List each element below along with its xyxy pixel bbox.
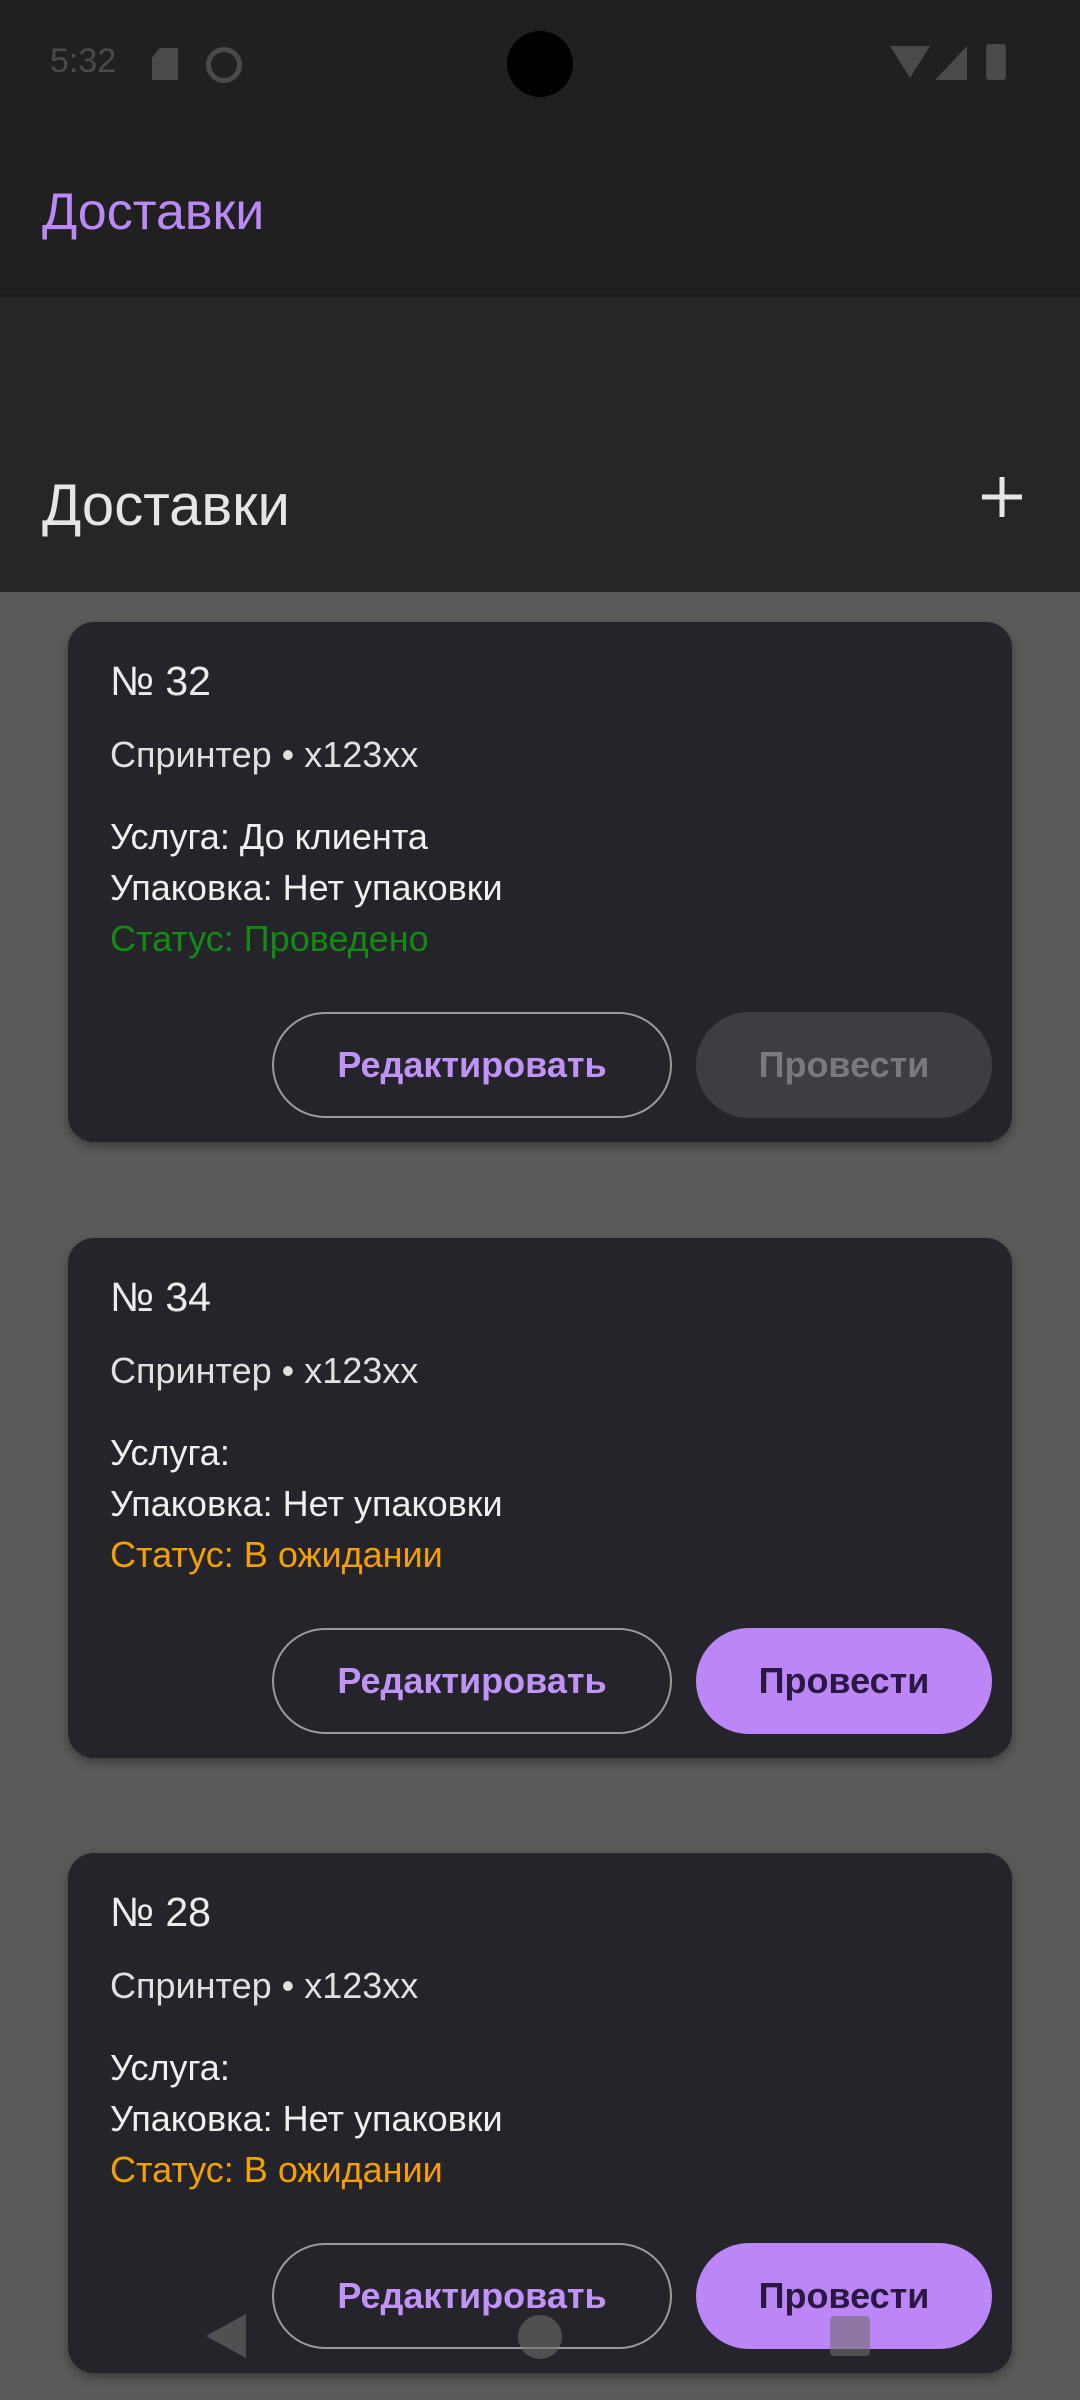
- delivery-status: Статус: В ожидании: [110, 2149, 443, 2190]
- add-delivery-button[interactable]: [968, 463, 1036, 531]
- delivery-packaging: Упаковка: Нет упаковки: [110, 2098, 503, 2139]
- circle-icon: [206, 47, 242, 83]
- section-title: Доставки: [42, 473, 290, 538]
- status-bar: 5:32: [0, 0, 1080, 130]
- camera-cutout: [507, 31, 573, 97]
- delivery-status: Статус: В ожидании: [110, 1534, 443, 1575]
- edit-button[interactable]: Редактировать: [272, 1628, 672, 1734]
- delivery-vehicle: Спринтер • х123хх: [110, 1350, 419, 1391]
- delivery-vehicle: Спринтер • х123хх: [110, 1965, 419, 2006]
- delivery-status: Статус: Проведено: [110, 918, 429, 959]
- app-bar: Доставки: [0, 130, 1080, 297]
- recent-apps-icon[interactable]: [830, 2316, 870, 2356]
- section-header: Доставки: [0, 297, 1080, 592]
- delivery-service: Услуга: До клиента: [110, 816, 428, 857]
- battery-icon: [986, 44, 1006, 80]
- edit-button[interactable]: Редактировать: [272, 1012, 672, 1118]
- delivery-packaging: Упаковка: Нет упаковки: [110, 1483, 503, 1524]
- delivery-card[interactable]: № 32 Спринтер • х123хх Услуга: До клиент…: [68, 622, 1012, 1142]
- delivery-vehicle: Спринтер • х123хх: [110, 734, 419, 775]
- delivery-number: № 32: [110, 658, 211, 704]
- app-bar-title: Доставки: [42, 183, 265, 241]
- home-icon[interactable]: [518, 2315, 562, 2359]
- delivery-card[interactable]: № 34 Спринтер • х123хх Услуга: Упаковка:…: [68, 1238, 1012, 1758]
- delivery-card[interactable]: № 28 Спринтер • х123хх Услуга: Упаковка:…: [68, 1853, 1012, 2373]
- delivery-number: № 28: [110, 1889, 211, 1935]
- delivery-service: Услуга:: [110, 1432, 230, 1473]
- post-button[interactable]: Провести: [696, 1012, 992, 1118]
- status-time: 5:32: [50, 42, 117, 80]
- delivery-packaging: Упаковка: Нет упаковки: [110, 867, 503, 908]
- sd-card-icon: [152, 48, 178, 80]
- delivery-service: Услуга:: [110, 2047, 230, 2088]
- delivery-number: № 34: [110, 1274, 211, 1320]
- edit-button[interactable]: Редактировать: [272, 2243, 672, 2349]
- post-button[interactable]: Провести: [696, 1628, 992, 1734]
- wifi-icon: [890, 46, 930, 78]
- signal-icon: [935, 46, 967, 80]
- back-icon[interactable]: [206, 2314, 246, 2358]
- plus-icon: [982, 477, 1022, 517]
